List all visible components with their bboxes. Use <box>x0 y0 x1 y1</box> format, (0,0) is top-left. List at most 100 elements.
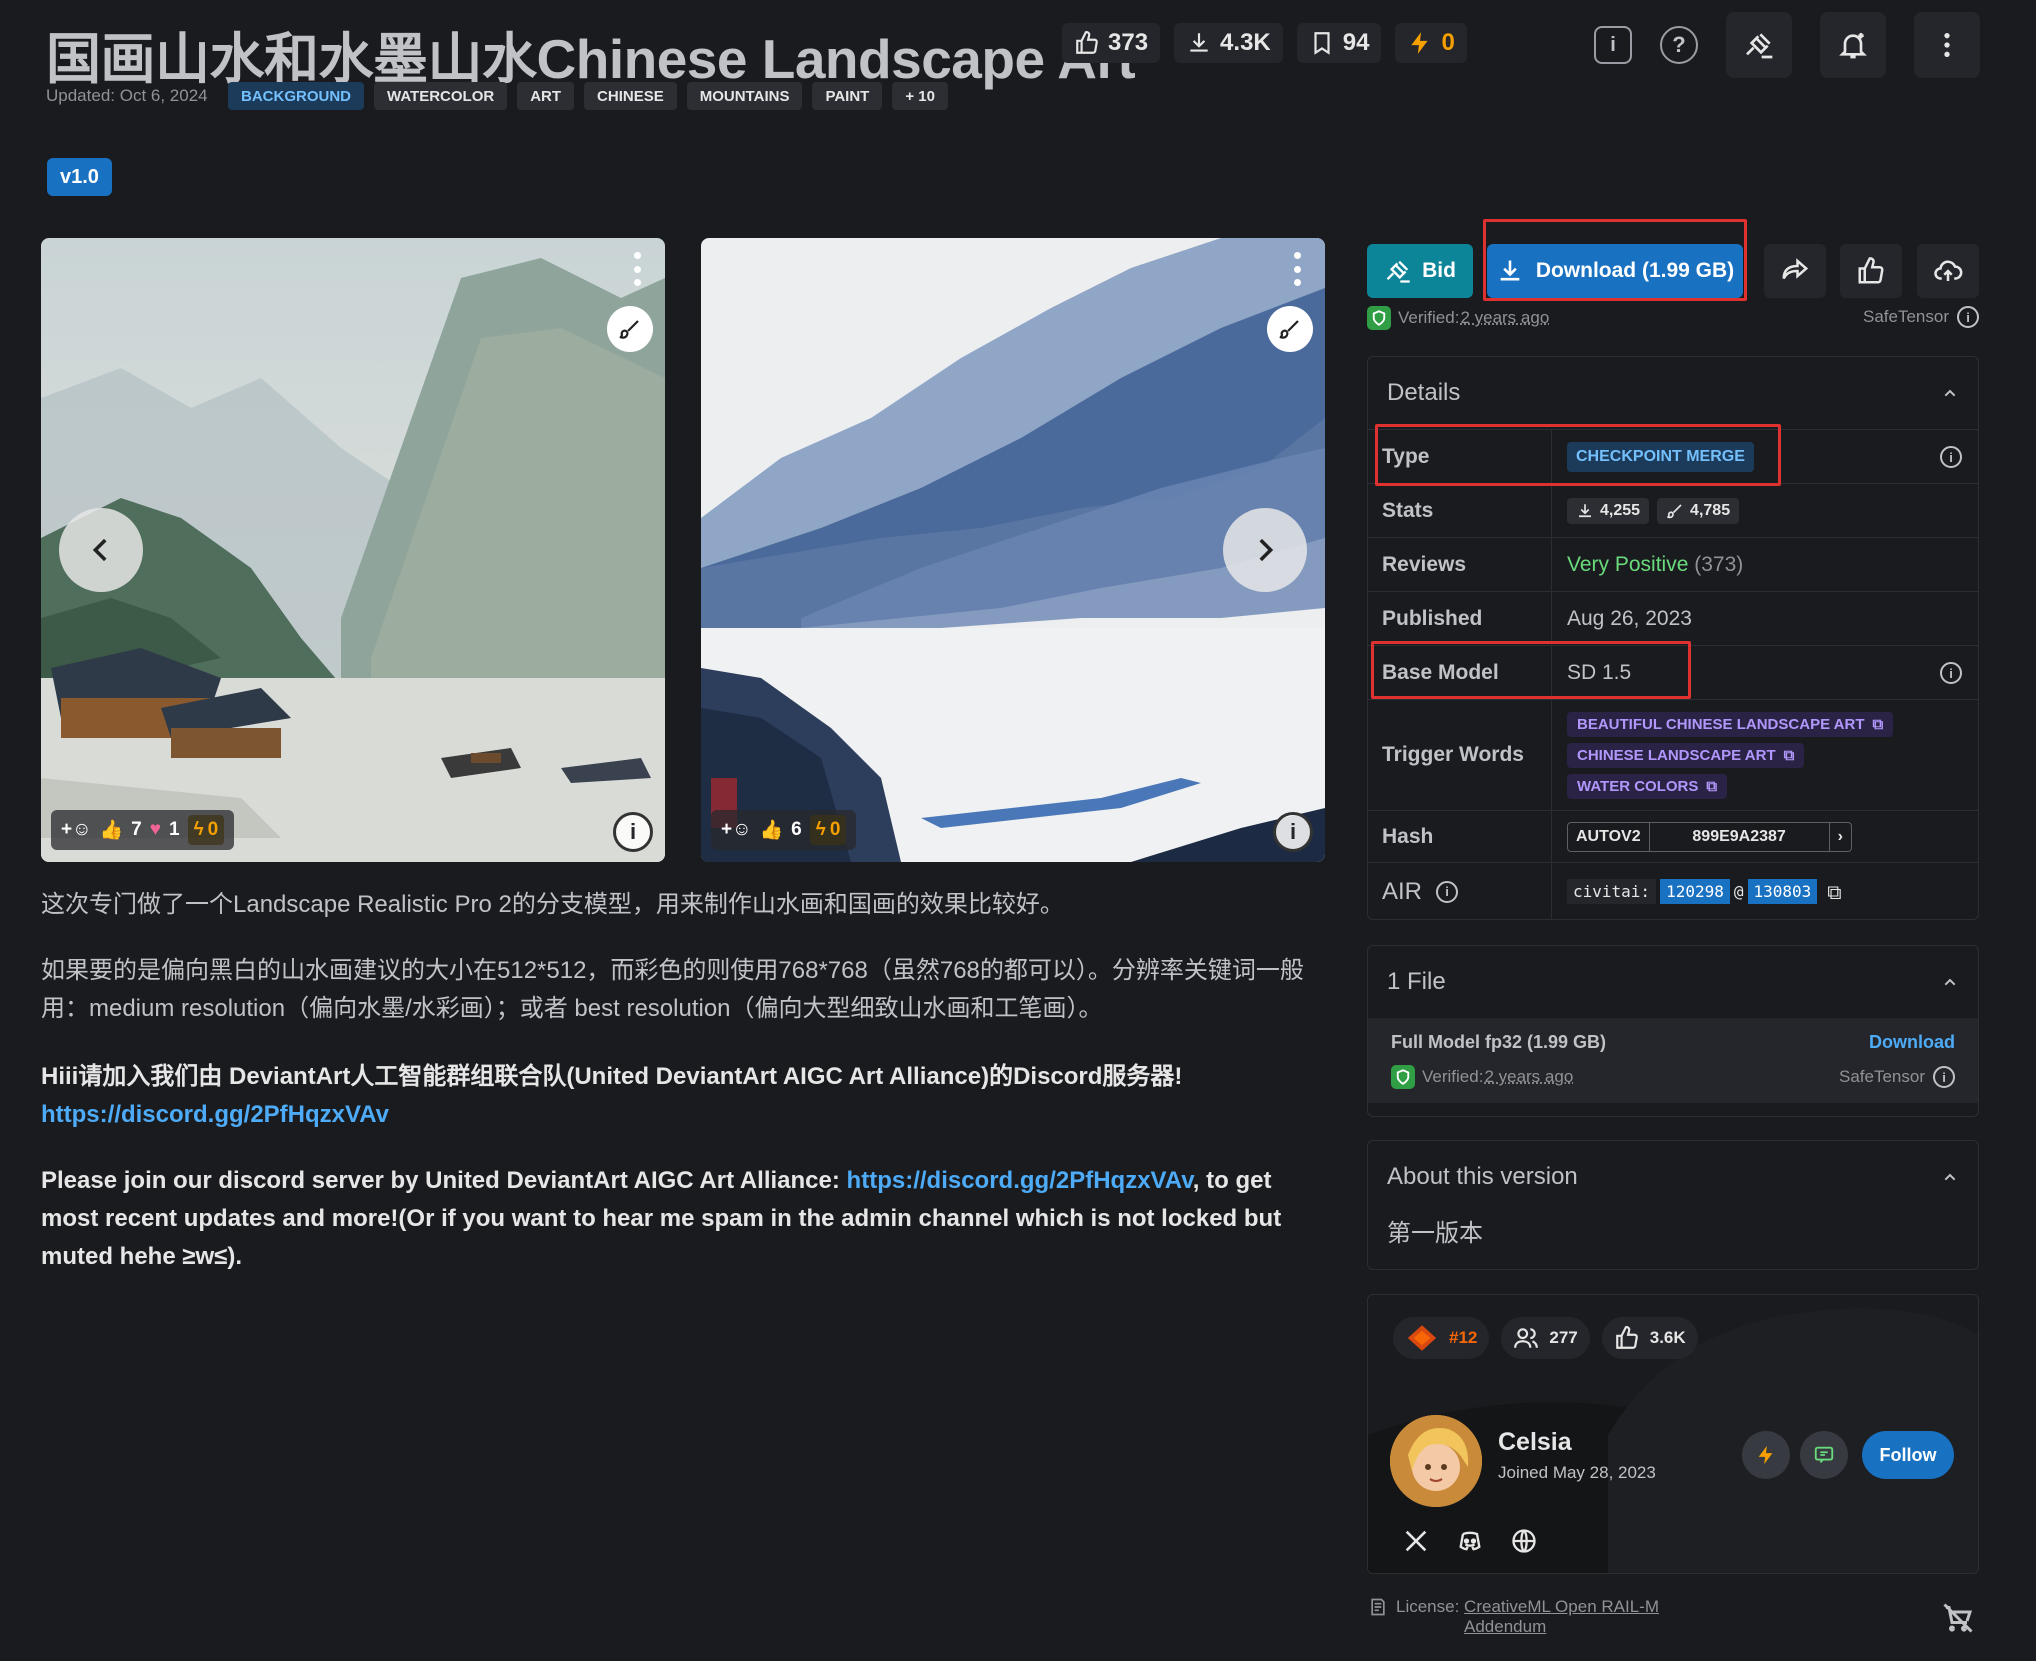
info-icon[interactable]: i <box>1957 306 1979 328</box>
tag[interactable]: CHINESE <box>584 82 677 110</box>
like-reaction-icon[interactable]: 👍 <box>100 818 124 842</box>
info-icon[interactable]: i <box>1933 1066 1955 1088</box>
reviews-rating: Very Positive <box>1567 552 1689 576</box>
discord-link[interactable]: https://discord.gg/2PfHqzxVAv <box>41 1101 389 1128</box>
downloads-chip: 4.3K <box>1174 23 1283 63</box>
prev-image-button[interactable] <box>59 508 143 592</box>
share-button[interactable] <box>1764 244 1826 298</box>
download-icon <box>1579 503 1591 517</box>
about-header[interactable]: About this version <box>1368 1141 1978 1213</box>
buzz-reaction[interactable]: ϟ0 <box>809 815 847 845</box>
gallery-image[interactable]: +☺ 👍 7 ♥ 1 ϟ0 i <box>41 238 665 862</box>
add-reaction-icon[interactable]: +☺ <box>721 819 752 841</box>
tip-buzz-button[interactable] <box>1742 1431 1790 1479</box>
image-menu-icon[interactable] <box>1293 252 1301 286</box>
copy-icon[interactable]: ⧉ <box>1784 747 1795 764</box>
info-icon[interactable]: i <box>1940 662 1962 684</box>
brush-icon <box>619 320 639 339</box>
more-menu-button[interactable] <box>1914 12 1980 78</box>
add-reaction-icon[interactable]: +☺ <box>61 819 92 841</box>
tag[interactable]: ART <box>517 82 575 110</box>
cloud-save-button[interactable] <box>1917 244 1979 298</box>
creator-name[interactable]: Celsia <box>1498 1428 1572 1457</box>
download-button[interactable]: Download (1.99 GB) <box>1487 244 1743 298</box>
tag[interactable]: PAINT <box>812 82 883 110</box>
help-icon[interactable]: ? <box>1660 26 1698 64</box>
image-info-icon[interactable]: i <box>613 812 653 852</box>
cart-off-icon[interactable] <box>1940 1600 1976 1636</box>
buzz-reaction[interactable]: ϟ0 <box>187 815 225 845</box>
gallery-image[interactable]: +☺ 👍 6 ϟ0 i <box>701 238 1325 862</box>
reviews-link[interactable]: Very Positive (373) <box>1552 538 1978 591</box>
remix-button[interactable] <box>607 306 653 352</box>
tag[interactable]: MOUNTAINS <box>686 82 803 110</box>
avatar[interactable] <box>1390 1415 1482 1507</box>
copy-icon[interactable]: ⧉ <box>1873 716 1884 733</box>
reviews-label: Reviews <box>1368 538 1552 591</box>
files-header[interactable]: 1 File <box>1368 946 1978 1018</box>
air-row: AIR i civitai: 120298 @ 130803 ⧉ <box>1368 862 1978 920</box>
bid-button[interactable]: Bid <box>1367 244 1473 298</box>
trigger-word[interactable]: CHINESE LANDSCAPE ART ⧉ <box>1567 742 1805 768</box>
bid-top-button[interactable] <box>1726 12 1792 78</box>
image-menu-icon[interactable] <box>633 252 641 286</box>
air-label-cell: AIR i <box>1368 863 1552 920</box>
follow-button[interactable]: Follow <box>1862 1431 1954 1479</box>
image-info-icon[interactable]: i <box>1273 812 1313 852</box>
trigger-word[interactable]: WATER COLORS ⧉ <box>1567 773 1728 799</box>
air-model-id: 120298 <box>1660 879 1730 904</box>
hash-value: 899E9A2387 <box>1650 822 1830 851</box>
license-addendum-link[interactable]: Addendum <box>1464 1617 1546 1636</box>
trigger-word[interactable]: BEAUTIFUL CHINESE LANDSCAPE ART ⧉ <box>1567 711 1894 737</box>
creator-stats: #12 277 3.6K <box>1393 1317 1698 1359</box>
more-tags[interactable]: + 10 <box>892 82 948 110</box>
license-info: License: CreativeML Open RAIL-M Addendum <box>1368 1597 1659 1637</box>
remix-button[interactable] <box>1267 306 1313 352</box>
air-identifier[interactable]: civitai: 120298 @ 130803 ⧉ <box>1567 879 1842 904</box>
chevron-up-icon <box>1944 1173 1956 1181</box>
info-icon[interactable]: i <box>1940 446 1962 468</box>
copy-icon[interactable]: ⧉ <box>1706 778 1717 795</box>
buzz-chip[interactable]: 0 <box>1395 23 1467 63</box>
notify-button[interactable] <box>1820 12 1886 78</box>
type-highlight-box <box>1375 424 1781 486</box>
image-reactions: +☺ 👍 6 ϟ0 <box>711 810 857 850</box>
like-reaction-icon[interactable]: 👍 <box>760 818 784 842</box>
chevron-left-icon <box>92 538 107 562</box>
trigger-words-label: Trigger Words <box>1368 700 1552 810</box>
hash-selector[interactable]: AUTOV2 899E9A2387 › <box>1567 821 1852 852</box>
file-download-link[interactable]: Download <box>1869 1032 1955 1053</box>
license-link[interactable]: CreativeML Open RAIL-M <box>1464 1597 1659 1616</box>
copy-icon[interactable]: ⧉ <box>1827 880 1841 904</box>
air-version-id: 130803 <box>1747 879 1818 904</box>
x-twitter-icon[interactable] <box>1402 1527 1430 1555</box>
globe-icon[interactable] <box>1510 1527 1538 1555</box>
air-at: @ <box>1733 882 1744 901</box>
stats-row: Stats 4,255 4,785 <box>1368 483 1978 537</box>
discord-link[interactable]: https://discord.gg/2PfHqzxVAv <box>847 1167 1193 1194</box>
version-badge[interactable]: v1.0 <box>47 158 112 196</box>
reviews-row: Reviews Very Positive (373) <box>1368 537 1978 591</box>
downloads-count: 4.3K <box>1220 29 1271 56</box>
info-icon[interactable]: i <box>1436 880 1459 903</box>
heart-reaction-icon[interactable]: ♥ <box>150 819 161 841</box>
files-panel: 1 File Full Model fp32 (1.99 GB) Downloa… <box>1367 945 1979 1117</box>
bookmarks-chip[interactable]: 94 <box>1296 23 1382 63</box>
file-item: Full Model fp32 (1.99 GB) Download Verif… <box>1368 1018 1978 1103</box>
description-line: 如果要的是偏向黑白的山水画建议的大小在512*512，而彩色的则使用768*76… <box>41 957 1304 984</box>
like-reaction-count: 7 <box>131 819 142 840</box>
details-header[interactable]: Details <box>1368 357 1978 429</box>
about-heading: About this version <box>1387 1163 1578 1190</box>
chevron-right-icon[interactable]: › <box>1830 823 1851 851</box>
tag[interactable]: WATERCOLOR <box>374 82 508 110</box>
discord-icon[interactable] <box>1456 1527 1484 1555</box>
tag[interactable]: BACKGROUND <box>228 82 364 110</box>
info-icon[interactable]: i <box>1594 26 1632 64</box>
files-heading: 1 File <box>1387 968 1446 995</box>
thumbs-up-icon <box>1858 257 1884 284</box>
likes-chip[interactable]: 373 <box>1062 23 1161 63</box>
like-button[interactable] <box>1840 244 1902 298</box>
next-image-button[interactable] <box>1223 508 1307 592</box>
message-button[interactable] <box>1800 1431 1848 1479</box>
download-stat: 4,255 <box>1567 497 1650 524</box>
